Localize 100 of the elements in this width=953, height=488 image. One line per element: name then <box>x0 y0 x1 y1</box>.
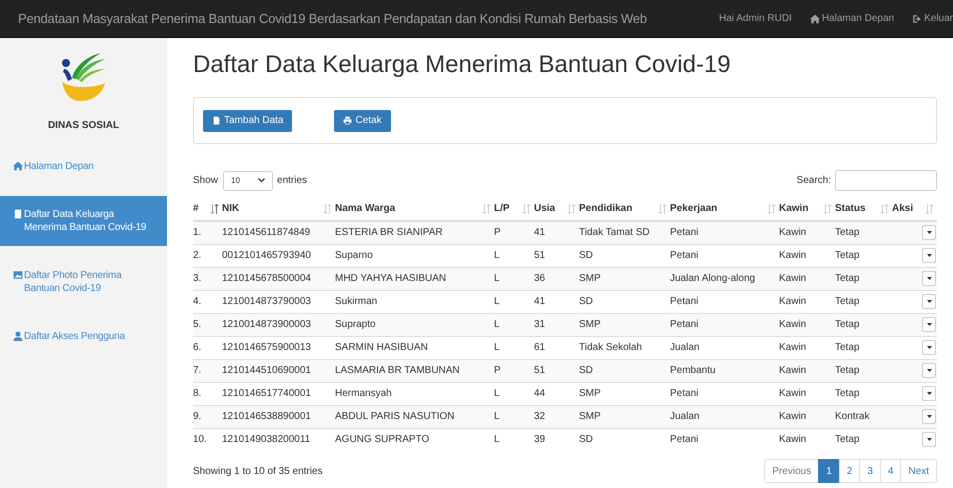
table-cell: 61 <box>534 342 546 353</box>
column-header[interactable]: L/P <box>494 201 510 216</box>
table-cell: 3. <box>193 273 202 284</box>
table-cell: Kontrak <box>835 411 870 422</box>
column-header[interactable]: NIK <box>222 201 240 216</box>
pagination-link[interactable]: 3 <box>859 459 881 483</box>
column-header[interactable]: Aksi <box>892 201 914 216</box>
table-cell: 9. <box>193 411 202 422</box>
action-dropdown-button[interactable] <box>922 317 936 332</box>
action-dropdown-button[interactable] <box>922 386 936 401</box>
caret-icon <box>926 300 932 303</box>
table-cell: 1210149038200011 <box>222 434 310 446</box>
page-title: Daftar Data Keluarga Menerima Bantuan Covid-19 <box>193 50 732 80</box>
caret-icon <box>926 369 932 372</box>
table-cell: 32 <box>534 411 546 422</box>
table-cell: 1210146538890001 <box>222 411 311 422</box>
table-cell: Tetap <box>835 365 860 376</box>
table-cell: 1210014873900003 <box>222 319 311 330</box>
sidebar-item[interactable]: Halaman Depan <box>0 148 167 185</box>
action-dropdown-button[interactable] <box>922 225 936 240</box>
table-cell: L <box>494 250 500 261</box>
caret-icon <box>926 415 932 418</box>
column-header[interactable]: Pendidikan <box>579 201 632 216</box>
table-cell: Tetap <box>835 434 860 446</box>
table-cell: L <box>494 388 500 399</box>
table-cell: Kawin <box>779 411 806 422</box>
table-cell: 7. <box>193 365 202 376</box>
table-cell: Jualan Along-along <box>670 273 756 284</box>
column-header[interactable]: Status <box>835 201 866 216</box>
sort-icon <box>567 204 576 214</box>
column-header[interactable]: Pekerjaan <box>670 201 718 216</box>
picture-icon <box>13 270 23 280</box>
table-cell: SMP <box>579 411 601 422</box>
sidebar-item[interactable]: Daftar Photo Penerima Bantuan Covid-19 <box>0 257 167 307</box>
caret-icon <box>926 392 932 395</box>
chevron-down-icon <box>258 178 266 183</box>
entries-info: Showing 1 to 10 of 35 entries <box>193 464 323 478</box>
table-cell: 2. <box>193 250 202 261</box>
action-dropdown-button[interactable] <box>922 409 936 424</box>
table-cell: L <box>494 434 500 446</box>
table-cell: 41 <box>534 227 546 238</box>
sidebar-item[interactable]: Daftar Akses Pengguna <box>0 318 167 355</box>
caret-icon <box>926 277 932 280</box>
table-cell: Tetap <box>835 227 860 238</box>
table-cell: 44 <box>534 388 546 399</box>
entries-select[interactable]: 10 <box>223 170 274 190</box>
column-header[interactable]: # <box>193 201 199 216</box>
action-dropdown-button[interactable] <box>922 248 936 263</box>
action-dropdown-button[interactable] <box>922 363 936 378</box>
table-cell: 36 <box>534 273 546 284</box>
pagination-link[interactable]: 2 <box>838 459 860 483</box>
table-cell: Kawin <box>779 388 806 399</box>
table-cell: 51 <box>534 365 546 376</box>
table-cell: Tetap <box>835 273 860 284</box>
search-label: Search: <box>796 174 831 188</box>
sort-icon <box>658 204 667 214</box>
table-cell: 1210145678500004 <box>222 273 311 284</box>
pagination-link[interactable]: 1 <box>818 459 840 483</box>
caret-icon <box>926 323 932 326</box>
table-cell: P <box>494 227 501 238</box>
column-header[interactable]: Usia <box>534 201 556 216</box>
table-cell: Petani <box>670 250 698 261</box>
navbar-link[interactable]: Keluar <box>912 11 953 26</box>
search-field[interactable] <box>835 170 937 191</box>
table-cell: SMP <box>579 388 601 399</box>
table-cell: Jualan <box>670 411 700 422</box>
table-cell: Petani <box>670 296 698 307</box>
table-cell: Tidak Sekolah <box>579 342 642 353</box>
caret-icon <box>926 438 932 442</box>
entries-label: entries <box>277 174 308 188</box>
pagination-link[interactable]: Next <box>900 459 937 483</box>
table-cell: ABDUL PARIS NASUTION <box>335 411 454 422</box>
toolbar-button[interactable]: Cetak <box>334 110 391 132</box>
column-header[interactable]: Nama Warga <box>335 201 396 216</box>
action-dropdown-button[interactable] <box>922 294 936 309</box>
sidebar-item[interactable]: Daftar Data Keluarga Menerima Bantuan Covid-19 <box>0 196 167 246</box>
table-cell: MHD YAHYA HASIBUAN <box>335 273 446 284</box>
action-dropdown-button[interactable] <box>922 271 936 286</box>
caret-icon <box>926 254 932 257</box>
table-cell: L <box>494 273 500 284</box>
navbar-link[interactable]: Halaman Depan <box>810 11 894 26</box>
show-label: Show <box>193 174 218 188</box>
table-cell: Suprapto <box>335 319 376 330</box>
toolbar-button[interactable]: Tambah Data <box>203 110 292 132</box>
table-cell: 6. <box>193 342 202 353</box>
table-cell: 41 <box>534 296 546 307</box>
pagination-link[interactable]: 4 <box>880 459 902 483</box>
sort-icon <box>482 204 491 214</box>
table-cell: Petani <box>670 388 698 399</box>
sort-icon <box>823 204 832 214</box>
column-header[interactable]: Kawin <box>779 201 808 216</box>
table-cell: Kawin <box>779 342 806 353</box>
action-dropdown-button[interactable] <box>922 432 936 448</box>
action-dropdown-button[interactable] <box>922 340 936 355</box>
table-cell: Pembantu <box>670 365 716 376</box>
table-cell: 5. <box>193 319 202 330</box>
table-cell: L <box>494 411 500 422</box>
app-title: Pendataan Masyarakat Penerima Bantuan Covid19 Berdasarkan Pendapatan dan Kondisi Rumah Berbasis Web <box>18 10 647 28</box>
table-cell: Kawin <box>779 227 806 238</box>
table-cell: Hermansyah <box>335 388 392 399</box>
